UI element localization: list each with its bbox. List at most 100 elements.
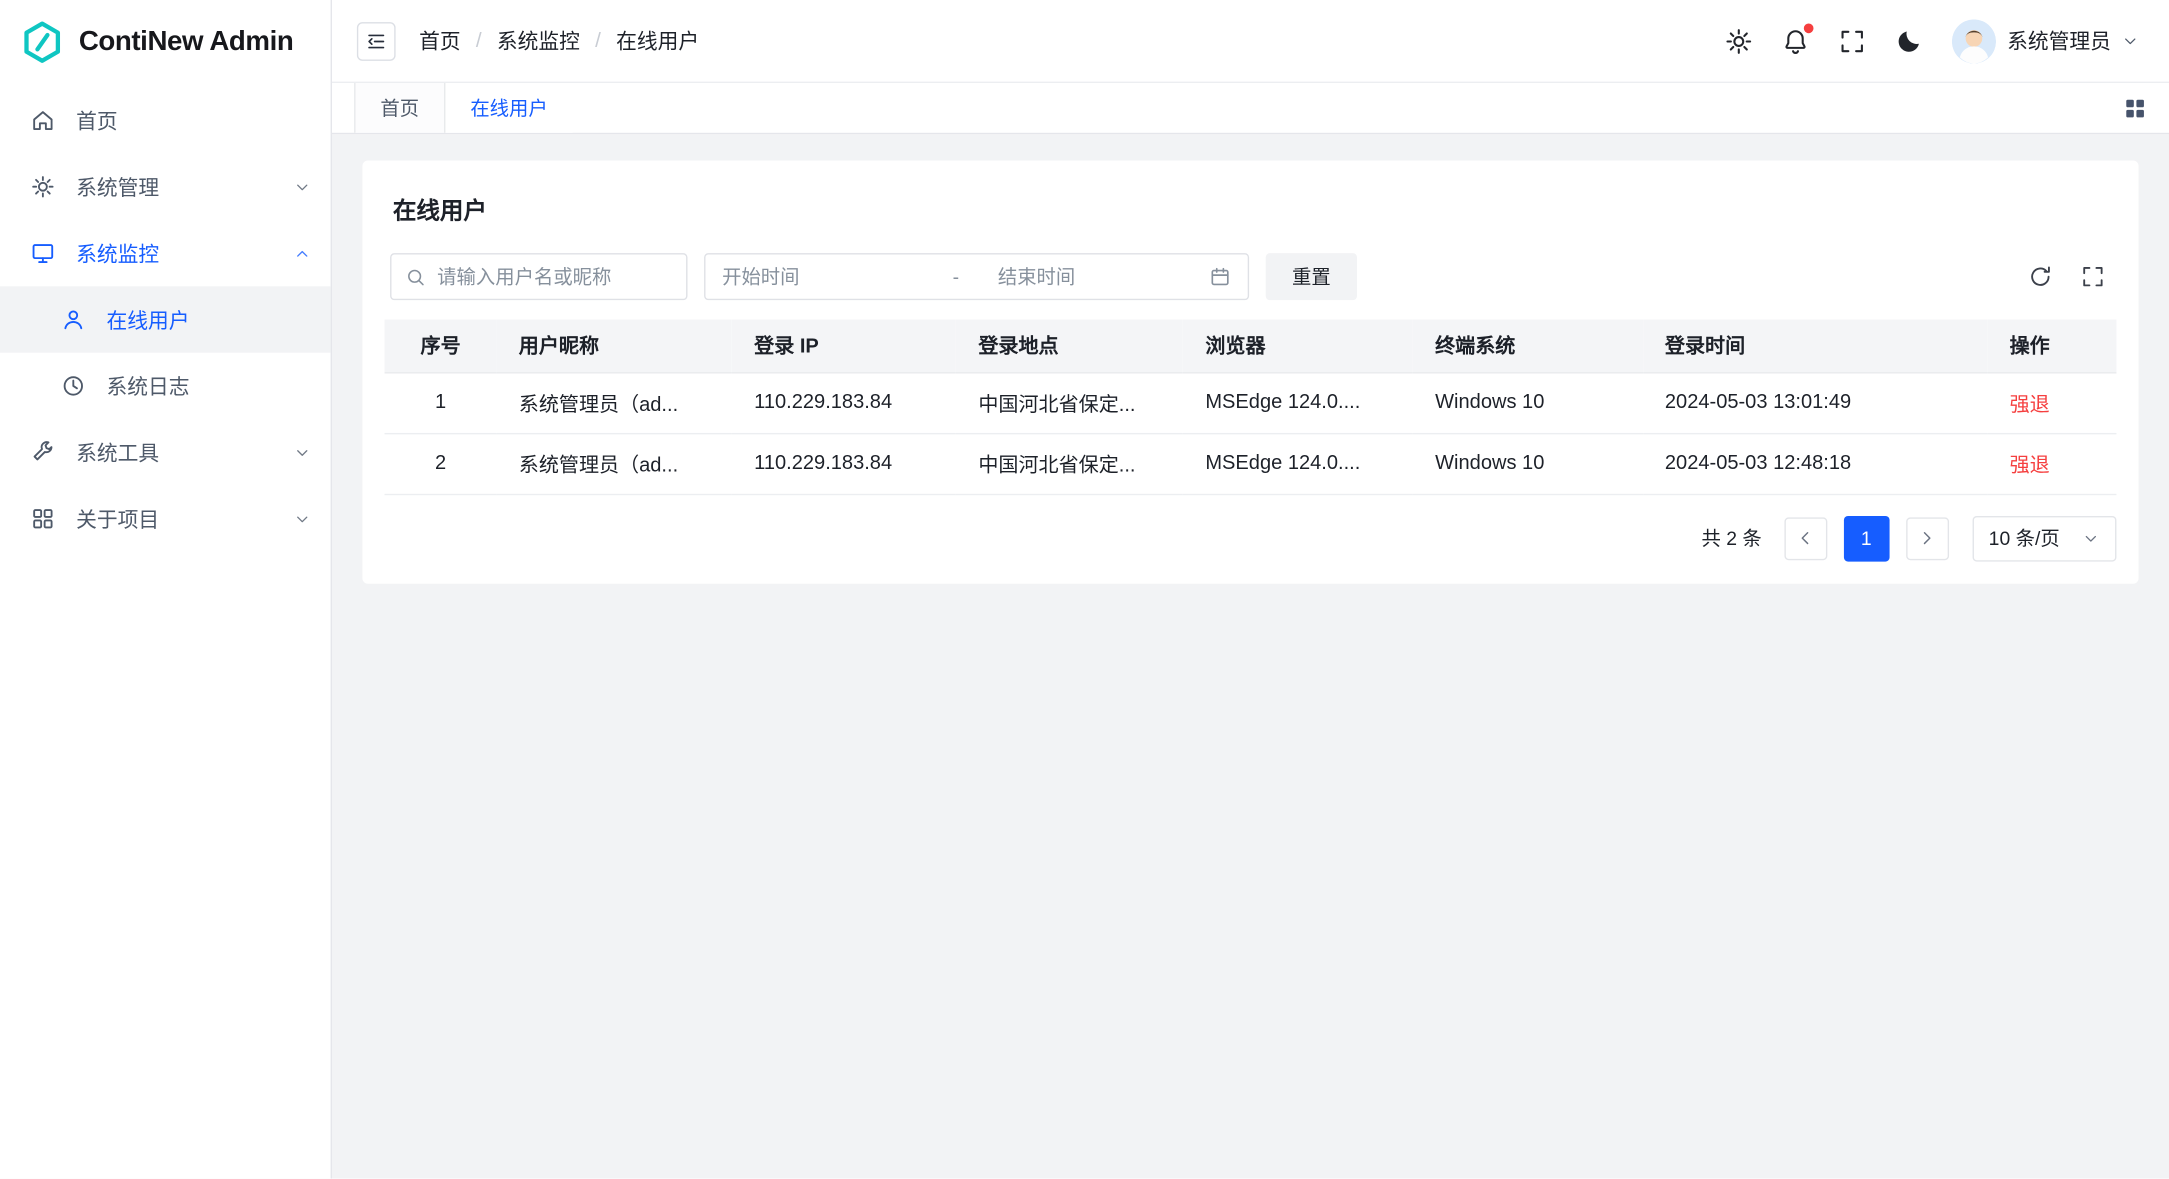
sidebar-item-label: 关于项目 [76,504,272,533]
force-logout-link[interactable]: 强退 [2010,454,2050,476]
pagination-page-1[interactable]: 1 [1843,515,1889,561]
tab-home[interactable]: 首页 [354,83,444,133]
sidebar-item-home[interactable]: 首页 [0,87,331,153]
settings-button[interactable] [1725,27,1753,55]
cell-index: 2 [385,433,497,494]
sidebar: ContiNew Admin 首页 系统管理 系统监控 在线用户 [0,0,332,1179]
sidebar-item-about-project[interactable]: 关于项目 [0,486,331,552]
cell-ip: 110.229.183.84 [732,433,956,494]
sidebar-item-label: 系统日志 [107,371,312,400]
moon-icon [1895,27,1923,55]
search-toolbar: 开始时间 - 结束时间 重置 [390,253,2111,300]
column-header-ip: 登录 IP [732,320,956,373]
page-content: 在线用户 开始时间 - 结束时间 重置 [332,134,2169,1178]
pagination-next-button[interactable] [1906,517,1949,560]
avatar-image [1952,19,1996,63]
pagination: 共 2 条 1 10 条/页 [385,515,2117,561]
sidebar-item-system-tools[interactable]: 系统工具 [0,419,331,485]
cell-index: 1 [385,372,497,433]
date-end-placeholder: 结束时间 [978,263,1209,291]
chevron-down-icon [2082,529,2100,547]
column-header-nickname: 用户昵称 [497,320,732,373]
column-header-actions: 操作 [1987,320,2116,373]
breadcrumb-current: 在线用户 [616,26,699,55]
gear-icon [1725,27,1753,55]
app-title: ContiNew Admin [79,26,293,58]
sidebar-item-online-users[interactable]: 在线用户 [0,286,331,352]
date-range-picker[interactable]: 开始时间 - 结束时间 [704,253,1249,300]
fullscreen-icon [1838,27,1866,55]
breadcrumb-separator: / [595,29,601,53]
sidebar-collapse-button[interactable] [357,21,396,60]
breadcrumb-system-monitor[interactable]: 系统监控 [497,26,580,55]
apps-grid-icon [30,506,55,531]
date-separator: - [933,266,978,288]
chevron-down-icon [2122,33,2139,50]
cell-nickname: 系统管理员（ad... [497,372,732,433]
wrench-icon [30,440,55,465]
search-field [390,253,687,300]
table-row: 1 系统管理员（ad... 110.229.183.84 中国河北省保定... … [385,372,2117,433]
cell-os: Windows 10 [1413,433,1643,494]
cell-login-time: 2024-05-03 13:01:49 [1643,372,1988,433]
dark-mode-button[interactable] [1895,27,1923,55]
breadcrumb-separator: / [476,29,482,53]
column-header-os: 终端系统 [1413,320,1643,373]
tab-online-users[interactable]: 在线用户 [444,83,573,133]
user-menu[interactable]: 系统管理员 [1952,19,2139,63]
pagination-prev-button[interactable] [1784,517,1827,560]
online-users-card: 在线用户 开始时间 - 结束时间 重置 [362,160,2138,583]
clock-icon [61,373,86,398]
user-icon [61,307,86,332]
search-icon [405,266,426,287]
expand-button[interactable] [2075,259,2111,295]
tab-label: 在线用户 [470,94,547,122]
tab-label: 首页 [380,94,419,122]
page-size-select[interactable]: 10 条/页 [1972,515,2116,561]
sidebar-item-system-logs[interactable]: 系统日志 [0,353,331,419]
notifications-button[interactable] [1782,27,1810,55]
table-body: 1 系统管理员（ad... 110.229.183.84 中国河北省保定... … [385,372,2117,494]
tab-list-button[interactable] [2123,96,2147,120]
app-logo[interactable]: ContiNew Admin [0,0,331,83]
chevron-right-icon [1917,528,1936,547]
sidebar-item-system-monitor[interactable]: 系统监控 [0,220,331,286]
sidebar-item-label: 在线用户 [107,305,312,334]
force-logout-link[interactable]: 强退 [2010,394,2050,416]
monitor-icon [30,241,55,266]
refresh-button[interactable] [2022,259,2058,295]
sidebar-menu: 首页 系统管理 系统监控 在线用户 系统日志 [0,83,331,552]
sidebar-item-system-management[interactable]: 系统管理 [0,154,331,220]
cell-nickname: 系统管理员（ad... [497,433,732,494]
chevron-up-icon [293,244,311,262]
pagination-total: 共 2 条 [1702,524,1762,552]
page-size-value: 10 条/页 [1989,524,2060,552]
grid-squares-icon [2123,96,2147,120]
breadcrumb-home[interactable]: 首页 [419,26,461,55]
expand-icon [2080,264,2105,289]
column-header-location: 登录地点 [956,320,1183,373]
search-input[interactable] [437,266,672,288]
reset-button[interactable]: 重置 [1266,253,1357,300]
refresh-icon [2028,264,2053,289]
breadcrumb: 首页 / 系统监控 / 在线用户 [419,26,699,55]
column-header-login-time: 登录时间 [1643,320,1988,373]
fullscreen-button[interactable] [1838,27,1866,55]
cell-ip: 110.229.183.84 [732,372,956,433]
avatar [1952,19,1996,63]
app-root: ContiNew Admin 首页 系统管理 系统监控 在线用户 [0,0,2169,1179]
sidebar-item-label: 系统监控 [76,239,272,268]
page-title: 在线用户 [393,191,2108,226]
sidebar-item-label: 系统工具 [76,438,272,467]
cell-os: Windows 10 [1413,372,1643,433]
chevron-down-icon [293,178,311,196]
table-header: 序号 用户昵称 登录 IP 登录地点 浏览器 终端系统 登录时间 操作 [385,320,2117,373]
chevron-down-icon [293,510,311,528]
logo-icon [19,19,65,65]
user-name: 系统管理员 [2007,26,2111,55]
notification-dot [1804,23,1814,33]
cell-login-time: 2024-05-03 12:48:18 [1643,433,1988,494]
table-header-row: 序号 用户昵称 登录 IP 登录地点 浏览器 终端系统 登录时间 操作 [385,320,2117,373]
tab-actions [2123,83,2169,133]
cell-browser: MSEdge 124.0.... [1183,433,1413,494]
